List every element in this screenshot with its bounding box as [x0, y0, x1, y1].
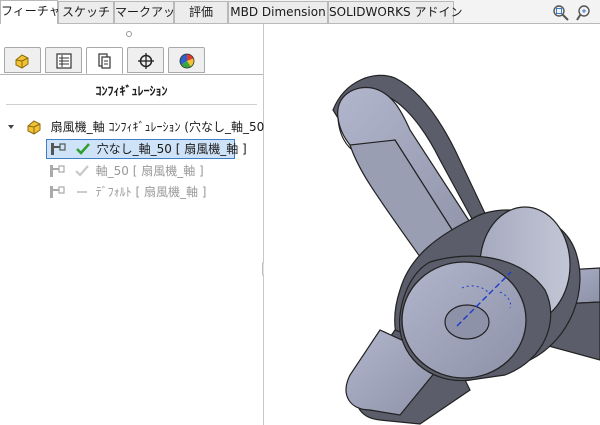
crosshair-icon	[138, 53, 154, 69]
tab-feature-manager[interactable]	[4, 47, 41, 73]
config-item-label: 軸_50 [ 扇風機_軸 ]	[95, 164, 204, 178]
config-item-active[interactable]: 穴なし_軸_50 [ 扇風機_軸 ]	[46, 139, 247, 159]
collapse-arrow-icon[interactable]	[6, 118, 16, 136]
tab-markup[interactable]: マークアップ	[114, 1, 187, 23]
tab-property-manager[interactable]	[45, 47, 82, 73]
zoom-to-area-icon[interactable]	[576, 4, 594, 22]
fan-shaft-model	[332, 74, 600, 425]
tab-solidworks-addins[interactable]: SOLIDWORKS アドイン	[328, 1, 462, 23]
configuration-icon	[51, 143, 66, 155]
command-manager-tabs: フィーチャー スケッチ マークアップ 評価 MBD Dimension SOLI…	[0, 0, 600, 24]
part-icon	[27, 120, 41, 135]
configuration-manager-icon	[98, 53, 111, 69]
panel-grip[interactable]	[126, 31, 132, 37]
configuration-icon	[50, 186, 65, 198]
tab-configuration-manager[interactable]	[86, 47, 123, 74]
dash-icon	[76, 191, 87, 193]
feature-manager-icon	[15, 54, 29, 69]
tab-features[interactable]: フィーチャー	[0, 0, 73, 24]
configuration-manager-panel: ｺﾝﾌｨｷﾞｭﾚｰｼｮﾝ 扇風機_軸 ｺﾝﾌｨｷﾞｭﾚｰｼｮﾝ (穴なし_軸_5…	[0, 24, 269, 425]
config-item[interactable]: ﾃﾞﾌｫﾙﾄ [ 扇風機_軸 ]	[48, 183, 206, 201]
panel-title-divider	[6, 104, 257, 105]
config-item-label: ﾃﾞﾌｫﾙﾄ [ 扇風機_軸 ]	[95, 185, 207, 199]
graphics-area[interactable]	[264, 24, 600, 425]
checkmark-icon	[75, 143, 90, 155]
configuration-icon	[50, 165, 65, 177]
property-manager-icon	[56, 53, 72, 69]
tab-dimxpert[interactable]	[127, 47, 164, 73]
checkmark-icon	[75, 165, 89, 177]
config-item-label: 穴なし_軸_50 [ 扇風機_軸 ]	[96, 142, 247, 156]
config-item[interactable]: 軸_50 [ 扇風機_軸 ]	[48, 162, 204, 180]
tab-evaluate[interactable]: 評価	[174, 1, 228, 23]
tab-sketch[interactable]: スケッチ	[58, 1, 114, 23]
display-manager-icon	[179, 53, 195, 69]
tab-display-manager[interactable]	[168, 47, 205, 73]
tree-root-label: 扇風機_軸 ｺﾝﾌｨｷﾞｭﾚｰｼｮﾝ (穴なし_軸_50)	[50, 120, 269, 134]
tab-mbd-dimension[interactable]: MBD Dimension	[228, 1, 328, 23]
manager-tabs	[0, 45, 263, 75]
zoom-to-fit-icon[interactable]	[552, 4, 570, 22]
tree-root[interactable]: 扇風機_軸 ｺﾝﾌｨｷﾞｭﾚｰｼｮﾝ (穴なし_軸_50)	[6, 118, 269, 136]
panel-title: ｺﾝﾌｨｷﾞｭﾚｰｼｮﾝ	[95, 84, 168, 98]
